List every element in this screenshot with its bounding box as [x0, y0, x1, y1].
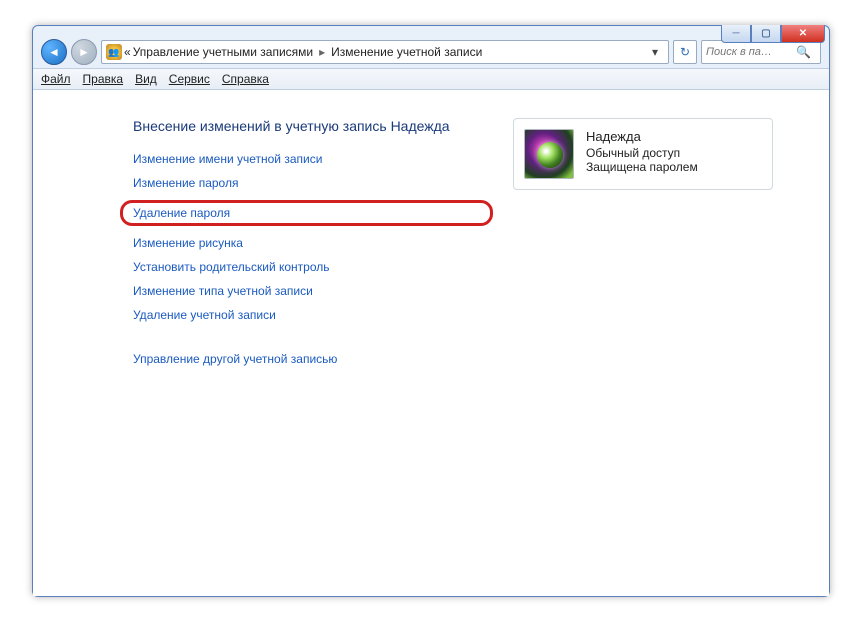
menubar: Файл Правка Вид Сервис Справка: [33, 68, 829, 90]
menu-file[interactable]: Файл: [41, 72, 71, 86]
menu-tools[interactable]: Сервис: [169, 72, 210, 86]
explorer-window: ─ ▢ ✕ ◄ ► 👥 « Управление учетными запися…: [32, 25, 830, 597]
link-parental-controls[interactable]: Установить родительский контроль: [133, 260, 330, 274]
link-remove-password[interactable]: Удаление пароля: [133, 206, 230, 220]
avatar: [524, 129, 574, 179]
breadcrumb-item-1[interactable]: Управление учетными записями: [133, 45, 313, 59]
back-button[interactable]: ◄: [41, 39, 67, 65]
link-change-picture[interactable]: Изменение рисунка: [133, 236, 243, 250]
account-status: Защищена паролем: [586, 160, 698, 174]
highlight-annotation: Удаление пароля: [120, 200, 493, 226]
content-area: Внесение изменений в учетную запись Наде…: [33, 90, 829, 596]
actions-column: Внесение изменений в учетную запись Наде…: [133, 118, 493, 596]
search-input[interactable]: [706, 46, 796, 58]
titlebar[interactable]: [33, 26, 829, 34]
search-icon: 🔍: [796, 45, 811, 59]
link-manage-other-account[interactable]: Управление другой учетной записью: [133, 352, 337, 366]
link-change-account-type[interactable]: Изменение типа учетной записи: [133, 284, 313, 298]
maximize-button[interactable]: ▢: [751, 25, 781, 43]
breadcrumb[interactable]: 👥 « Управление учетными записями ▸ Измен…: [101, 40, 669, 64]
account-type: Обычный доступ: [586, 146, 698, 160]
spacer: [133, 332, 493, 342]
link-rename-account[interactable]: Изменение имени учетной записи: [133, 152, 322, 166]
menu-view[interactable]: Вид: [135, 72, 157, 86]
user-accounts-icon: 👥: [106, 44, 122, 60]
close-button[interactable]: ✕: [781, 25, 825, 43]
forward-button[interactable]: ►: [71, 39, 97, 65]
menu-edit[interactable]: Правка: [83, 72, 124, 86]
navigation-bar: ◄ ► 👥 « Управление учетными записями ▸ И…: [33, 34, 829, 68]
refresh-button[interactable]: ↻: [673, 40, 697, 64]
search-box[interactable]: 🔍: [701, 40, 821, 64]
account-card: Надежда Обычный доступ Защищена паролем: [513, 118, 773, 190]
breadcrumb-item-2[interactable]: Изменение учетной записи: [331, 45, 482, 59]
breadcrumb-prefix: «: [124, 45, 131, 59]
account-info: Надежда Обычный доступ Защищена паролем: [586, 129, 698, 179]
account-column: Надежда Обычный доступ Защищена паролем: [513, 118, 773, 596]
link-delete-account[interactable]: Удаление учетной записи: [133, 308, 276, 322]
account-name: Надежда: [586, 129, 698, 144]
chevron-right-icon: ▸: [315, 45, 329, 59]
window-controls: ─ ▢ ✕: [721, 25, 825, 43]
menu-help[interactable]: Справка: [222, 72, 269, 86]
breadcrumb-dropdown[interactable]: ▾: [646, 41, 664, 63]
action-links: Изменение имени учетной записи Изменение…: [133, 152, 493, 366]
link-change-password[interactable]: Изменение пароля: [133, 176, 238, 190]
page-title: Внесение изменений в учетную запись Наде…: [133, 118, 493, 134]
minimize-button[interactable]: ─: [721, 25, 751, 43]
